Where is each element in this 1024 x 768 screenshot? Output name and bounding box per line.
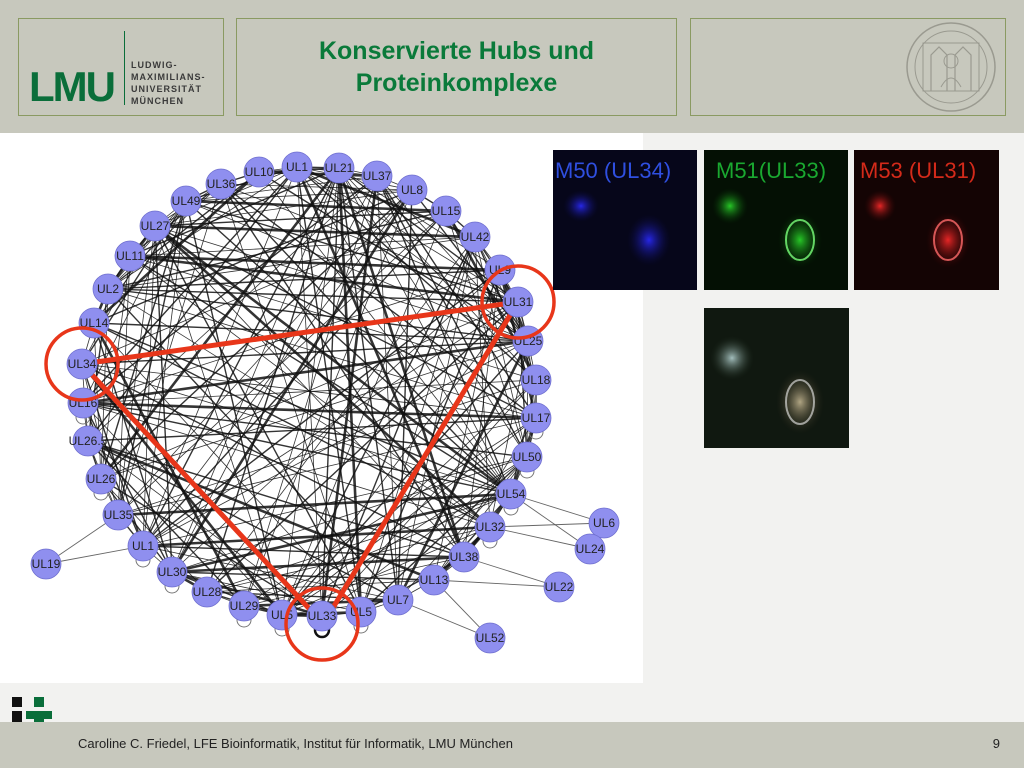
- network-node-label: UL2: [97, 282, 119, 296]
- network-node-label: UL17: [522, 411, 551, 425]
- network-node-label: UL24: [576, 542, 605, 556]
- network-node-label: UL38: [450, 550, 479, 564]
- network-node-label: UL31: [504, 295, 533, 309]
- overlay-cell-image: [710, 336, 824, 434]
- network-node: UL13: [418, 564, 450, 596]
- network-node-label: UL22: [545, 580, 574, 594]
- network-node: UL22: [543, 571, 575, 603]
- network-node: UL38: [448, 541, 480, 573]
- network-node: UL19: [30, 548, 62, 580]
- network-node-label: UL18: [522, 373, 551, 387]
- university-name-line: MAXIMILIANS-: [131, 72, 206, 82]
- slide-title: Konservierte Hubs und Proteinkomplexe: [318, 37, 595, 97]
- network-node: UL10: [243, 156, 275, 188]
- network-node-label: UL6: [593, 516, 615, 530]
- network-node: UL52: [474, 622, 506, 654]
- network-node-label: UL26: [87, 472, 116, 486]
- network-node-label: UL29: [230, 599, 259, 613]
- network-node-label: UL35: [104, 508, 133, 522]
- network-node: UL17: [520, 402, 552, 434]
- network-node-label: UL13: [420, 573, 449, 587]
- network-node-label: UL52: [476, 631, 505, 645]
- network-node-label: UL30: [158, 565, 187, 579]
- university-seal-icon: [906, 22, 996, 112]
- university-name-line: MÜNCHEN: [131, 96, 184, 106]
- network-node-label: UL1: [286, 160, 308, 174]
- network-node-label: UL15: [432, 204, 461, 218]
- network-node-label: UL26.5: [69, 434, 108, 448]
- network-node-label: UL11: [116, 249, 144, 263]
- network-node-label: UL19: [32, 557, 61, 571]
- network-node-label: UL54: [497, 487, 526, 501]
- network-node-label: UL10: [245, 165, 274, 179]
- network-node: UL32: [474, 511, 506, 543]
- network-node-label: UL49: [172, 194, 201, 208]
- network-node: UL35: [102, 499, 134, 531]
- network-node: UL18: [520, 364, 552, 396]
- lmu-logo: LMU LUDWIG- MAXIMILIANS- UNIVERSITÄT MÜN…: [18, 18, 224, 116]
- microscopy-label-m51: M51(UL33): [716, 158, 827, 183]
- university-name-line: LUDWIG-: [131, 60, 178, 70]
- network-node: UL54: [495, 478, 527, 510]
- network-node: UL16: [67, 387, 99, 419]
- network-node: UL7: [382, 584, 414, 616]
- network-node-label: UL50: [513, 450, 542, 464]
- network-node: UL6: [588, 507, 620, 539]
- network-node: UL36: [205, 168, 237, 200]
- network-node: UL1: [127, 530, 159, 562]
- highlight-edge: [80, 362, 318, 618]
- network-node-label: UL21: [325, 161, 354, 175]
- network-node-label: UL42: [461, 230, 490, 244]
- slide-header: LMU LUDWIG- MAXIMILIANS- UNIVERSITÄT MÜN…: [0, 0, 1024, 133]
- network-node: UL49: [170, 185, 202, 217]
- network-edges: [45, 165, 605, 639]
- university-name: LUDWIG- MAXIMILIANS- UNIVERSITÄT MÜNCHEN: [131, 59, 206, 107]
- network-node: UL21: [323, 152, 355, 184]
- microscopy-label-m50: M50 (UL34): [555, 158, 672, 183]
- slide-footer: Caroline C. Friedel, LFE Bioinformatik, …: [0, 722, 1024, 768]
- network-edge: [142, 545, 465, 558]
- network-node: UL34: [66, 348, 98, 380]
- network-node: UL31: [502, 286, 534, 318]
- network-node: UL28: [191, 576, 223, 608]
- seal-box: [690, 18, 1006, 116]
- network-node: UL37: [361, 160, 393, 192]
- network-node: UL33: [306, 600, 338, 632]
- network-node-label: UL36: [207, 177, 236, 191]
- network-node: UL42: [459, 221, 491, 253]
- network-node: UL24: [574, 533, 606, 565]
- network-edge: [117, 492, 512, 517]
- footer-author: Caroline C. Friedel, LFE Bioinformatik, …: [78, 736, 513, 751]
- network-edge: [489, 522, 605, 528]
- network-node: UL29: [228, 590, 260, 622]
- page-number: 9: [992, 736, 1000, 751]
- network-node: UL1: [281, 151, 313, 183]
- network-node-label: UL1: [132, 539, 154, 553]
- protein-interaction-network: UL1 UL21 UL10 UL37 UL36 UL8 UL49 UL15 UL27 UL42 UL…: [30, 151, 620, 662]
- microscopy-label-m53: M53 (UL31): [860, 158, 977, 183]
- network-node-label: UL8: [401, 183, 423, 197]
- network-node-label: UL28: [193, 585, 222, 599]
- network-node-label: UL7: [387, 593, 409, 607]
- university-name-line: UNIVERSITÄT: [131, 84, 203, 94]
- network-node-label: UL37: [363, 169, 392, 183]
- network-node-label: UL32: [476, 520, 505, 534]
- network-node: UL26: [85, 463, 117, 495]
- lmu-logo-mark: LMU: [29, 63, 116, 110]
- network-node: UL27: [139, 210, 171, 242]
- network-node: UL50: [511, 441, 543, 473]
- network-node-label: UL33: [308, 609, 337, 623]
- network-node: UL30: [156, 556, 188, 588]
- network-node: UL8: [396, 174, 428, 206]
- microscopy-image-overlay: [704, 308, 849, 448]
- network-node: UL14: [78, 307, 110, 339]
- network-node-label: UL27: [141, 219, 170, 233]
- title-box: Konservierte Hubs und Proteinkomplexe: [236, 18, 677, 116]
- network-node: UL15: [430, 195, 462, 227]
- network-node: UL11: [114, 240, 146, 272]
- network-node: UL2: [92, 273, 124, 305]
- network-node-label: UL34: [68, 357, 97, 371]
- lmu-logo-divider: [124, 31, 125, 105]
